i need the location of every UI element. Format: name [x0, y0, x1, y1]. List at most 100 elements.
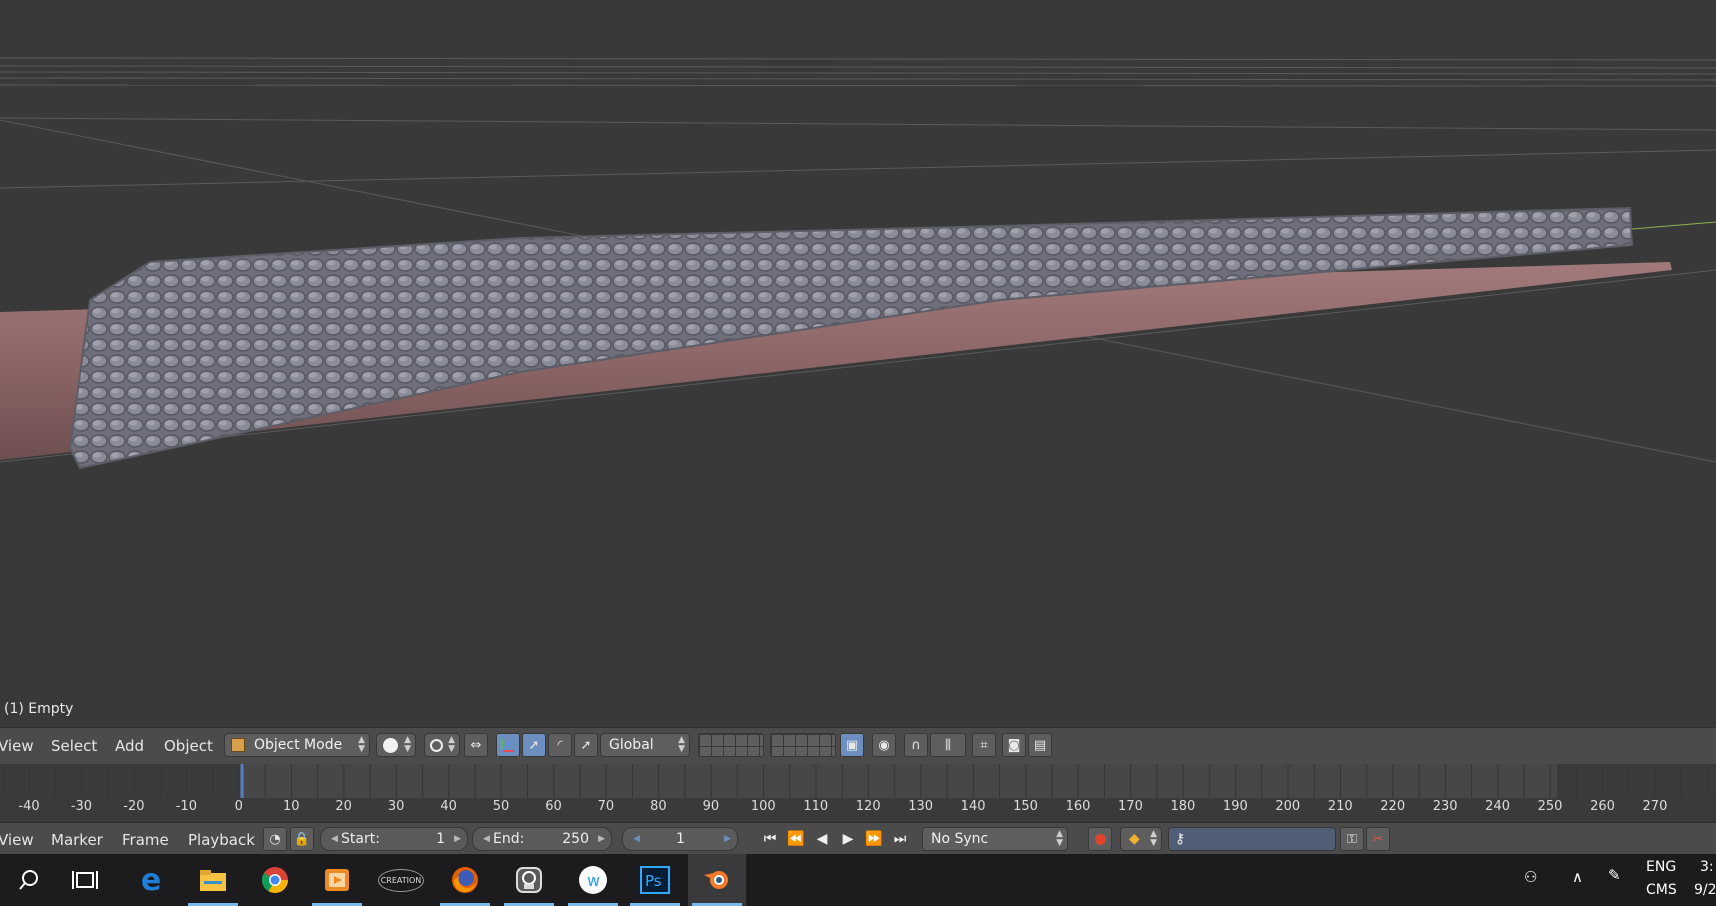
sync-dropdown[interactable]: No Sync ▲ ▼: [922, 827, 1068, 851]
creation-kit-icon[interactable]: CREATION: [372, 854, 430, 906]
rotate-manipulator-icon[interactable]: ◜: [548, 733, 572, 757]
chrome-icon[interactable]: [246, 854, 304, 906]
3d-viewport[interactable]: (1) Empty: [0, 0, 1716, 726]
chevron-up-icon[interactable]: ∧: [1572, 868, 1583, 886]
end-frame-field[interactable]: ◀ End: 250 ▶: [472, 827, 612, 851]
layers-grid-a[interactable]: [698, 733, 764, 757]
updown-icon: ▲ ▼: [448, 735, 455, 754]
keyframe-diamond-icon: ◆: [1129, 831, 1140, 847]
menu-add[interactable]: Add: [115, 737, 144, 755]
people-icon[interactable]: ⚇: [1524, 868, 1537, 886]
right-arrow-icon: ▶: [598, 834, 605, 844]
viewport-scene: [0, 57, 1716, 470]
menu-select[interactable]: Select: [51, 737, 97, 755]
right-arrow-icon: ▶: [724, 834, 731, 844]
preview-range-icon[interactable]: ◔: [263, 827, 287, 851]
svg-text:w: w: [587, 871, 600, 890]
orientation-dropdown[interactable]: Global ▲ ▼: [600, 733, 690, 757]
timeline-tick-label: 80: [650, 799, 667, 814]
menu-playback[interactable]: Playback: [188, 831, 255, 849]
media-player-icon[interactable]: [308, 854, 366, 906]
prev-keyframe-icon[interactable]: ⏪: [784, 827, 808, 851]
right-arrow-icon: ▶: [454, 834, 461, 844]
delete-keyframe-icon[interactable]: ✂: [1366, 827, 1390, 851]
timeline-tick-label: 120: [855, 799, 881, 814]
file-explorer-icon[interactable]: [184, 854, 242, 906]
svg-text:Ps: Ps: [645, 872, 662, 890]
timeline-strip[interactable]: [0, 764, 1716, 798]
photoshop-icon[interactable]: Ps: [626, 854, 684, 906]
menu-object[interactable]: Object: [164, 737, 213, 755]
insert-keyframe-icon[interactable]: ⚿: [1340, 827, 1364, 851]
pivot-dropdown[interactable]: ▲ ▼: [424, 733, 460, 757]
timeline-tick-label: 260: [1590, 799, 1615, 814]
snap-target-icon[interactable]: ⌗: [972, 733, 996, 757]
timeline-tick-label: 220: [1380, 799, 1406, 814]
orientation-label: Global: [609, 737, 654, 753]
menu-marker[interactable]: Marker: [51, 831, 103, 849]
lock-layers-icon[interactable]: ▣: [840, 733, 864, 757]
firefox-icon[interactable]: [436, 854, 494, 906]
left-arrow-icon: ◀: [633, 834, 640, 844]
play-reverse-icon[interactable]: ◀: [810, 827, 834, 851]
translate-manipulator-icon[interactable]: [496, 733, 520, 757]
task-view-icon[interactable]: [56, 854, 114, 906]
jump-end-icon[interactable]: ⏭: [888, 827, 912, 851]
clock-time[interactable]: 3:: [1700, 859, 1714, 875]
language-bottom[interactable]: CMS: [1646, 882, 1677, 898]
timeline-tick-label: -40: [18, 799, 40, 814]
timeline-header: View Marker Frame Playback ◔ 🔒 ◀ Start: …: [0, 822, 1716, 855]
current-frame-value: 1: [676, 831, 685, 847]
start-frame-field[interactable]: ◀ Start: 1 ▶: [320, 827, 468, 851]
jump-start-icon[interactable]: ⏮: [758, 827, 782, 851]
mode-label: Object Mode: [254, 737, 343, 753]
menu-view[interactable]: View: [0, 737, 34, 755]
timeline-tick-label: -10: [175, 799, 197, 814]
keying-dropdown[interactable]: ◆ ▲ ▼: [1120, 827, 1162, 851]
snap-magnet-icon[interactable]: ∩: [904, 733, 928, 757]
menu-view[interactable]: View: [0, 831, 34, 849]
menu-frame[interactable]: Frame: [122, 831, 169, 849]
layers-grid-b[interactable]: [770, 733, 836, 757]
timeline[interactable]: -40 -30 -20 -10 0 10 20 30 40 50 60 70 80 90 100 110 120…: [0, 764, 1716, 814]
proportional-edit-icon[interactable]: ◉: [872, 733, 896, 757]
shading-dropdown[interactable]: ▲ ▼: [376, 733, 416, 757]
scale-manipulator-icon[interactable]: ➚: [574, 733, 598, 757]
timeline-tick-label: 160: [1065, 799, 1091, 814]
timeline-tick-label: 30: [387, 799, 405, 814]
timeline-tick-label: 270: [1642, 799, 1668, 814]
record-icon[interactable]: [1088, 827, 1112, 851]
manipulator-toggle-icon[interactable]: ⇔: [464, 733, 488, 757]
pen-icon[interactable]: ✎: [1608, 866, 1621, 884]
timeline-tick-label: 50: [492, 799, 510, 814]
language-top[interactable]: ENG: [1646, 859, 1676, 875]
lock-range-icon[interactable]: 🔒: [290, 827, 314, 851]
snap-element-icon[interactable]: ⫼: [930, 733, 966, 757]
mode-dropdown[interactable]: Object Mode ▲ ▼: [224, 733, 370, 757]
keying-set-field[interactable]: ⚷: [1168, 827, 1336, 851]
clock-date[interactable]: 9/2: [1694, 882, 1716, 898]
windows-taskbar: e CREATION w Ps ⚇ ∧ ✎ ENG CMS 3: 9/2: [0, 854, 1716, 906]
arrow-manipulator-icon[interactable]: ➚: [522, 733, 546, 757]
timeline-tick-label: 60: [545, 799, 562, 814]
timeline-tick-label: -30: [70, 799, 93, 814]
timeline-tick-label: 0: [234, 799, 243, 814]
play-icon[interactable]: ▶: [836, 827, 860, 851]
render-camera-icon[interactable]: ◙: [1002, 733, 1026, 757]
current-frame-field[interactable]: ◀ 1 ▶: [622, 827, 738, 851]
word-icon[interactable]: w: [564, 854, 622, 906]
timeline-tick-label: 240: [1485, 799, 1511, 814]
search-icon[interactable]: [0, 854, 58, 906]
edge-icon[interactable]: e: [122, 854, 180, 906]
timeline-tick-label: 70: [597, 799, 615, 814]
blender-icon[interactable]: [688, 854, 746, 906]
next-keyframe-icon[interactable]: ⏩: [862, 827, 886, 851]
end-value: 250: [562, 831, 589, 847]
timeline-tick-label: 100: [750, 799, 776, 814]
timeline-tick-label: 190: [1222, 799, 1248, 814]
updown-icon: ▲ ▼: [404, 735, 411, 754]
app-icon[interactable]: [500, 854, 558, 906]
timeline-tick-label: 250: [1537, 799, 1563, 814]
updown-icon: ▲ ▼: [1056, 829, 1063, 848]
render-animation-icon[interactable]: ▤: [1028, 733, 1052, 757]
